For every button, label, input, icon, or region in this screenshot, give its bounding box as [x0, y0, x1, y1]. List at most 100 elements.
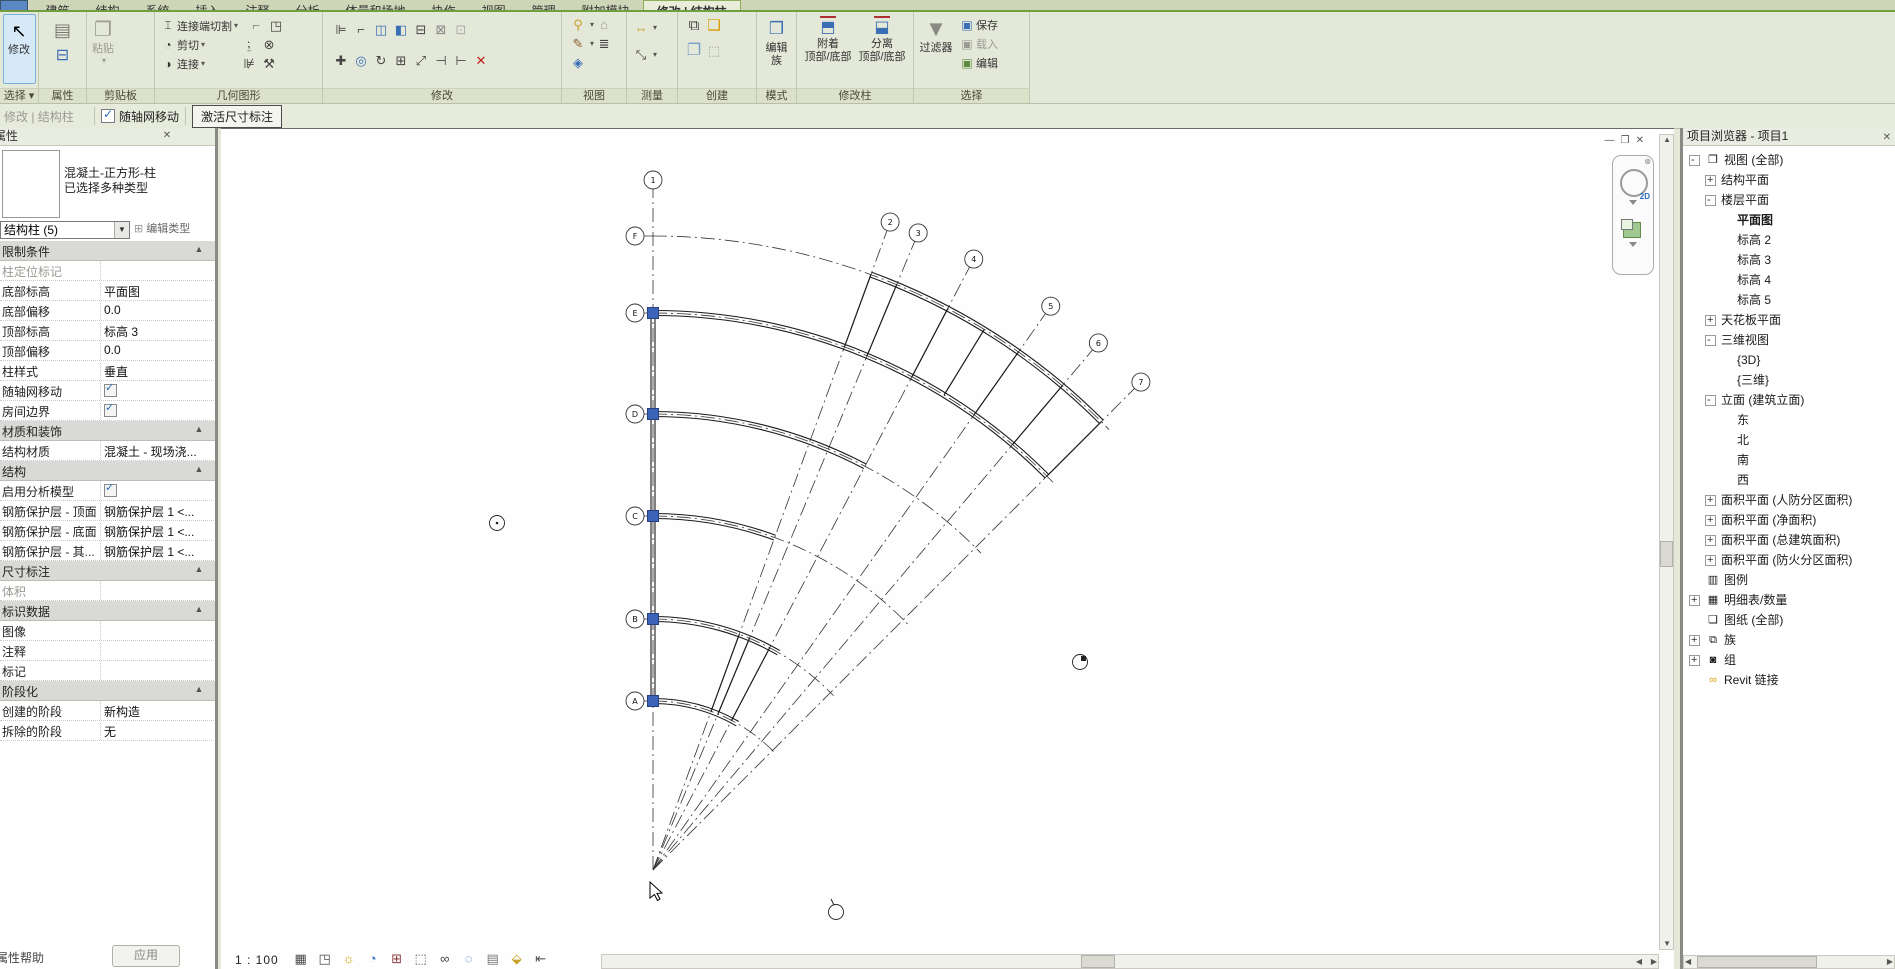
tree-item[interactable]: +▦明细表/数量	[1683, 590, 1895, 610]
panel-label-create[interactable]: 创建	[678, 88, 756, 103]
tree-item[interactable]: 东	[1683, 410, 1895, 430]
browser-scroll-left-icon[interactable]: ◀	[1685, 957, 1691, 966]
property-section-row[interactable]: 标识数据▲	[0, 601, 216, 621]
expand-icon[interactable]: +	[1689, 635, 1700, 646]
drawing-area[interactable]: 1234567FEDCBA —❐✕ ⊗ 2D ▲ ▼ 1 : 100 ▦◳☼◔⊞…	[221, 128, 1674, 969]
tree-item[interactable]: 标高 5	[1683, 290, 1895, 310]
panel-label-measure[interactable]: 测量	[627, 88, 677, 103]
panel-label-geometry[interactable]: 几何图形	[155, 88, 322, 103]
expand-icon[interactable]: +	[1705, 555, 1716, 566]
hammer-icon[interactable]: ⚒	[259, 54, 279, 73]
property-value[interactable]: 混凝土 - 现场浇...	[100, 441, 216, 460]
tree-item[interactable]: -立面 (建筑立面)	[1683, 390, 1895, 410]
browser-scroll-thumb[interactable]	[1697, 956, 1817, 968]
type-selector-dropdown[interactable]: 结构柱 (5) ▼	[0, 221, 130, 239]
property-value[interactable]: 垂直	[100, 361, 216, 380]
property-row[interactable]: 房间边界	[0, 401, 216, 421]
property-section-row[interactable]: 阶段化▲	[0, 681, 216, 701]
section-collapse-icon[interactable]: ▲	[190, 681, 208, 700]
property-row[interactable]: 图像	[0, 621, 216, 641]
move-icon[interactable]: ✚	[331, 51, 351, 70]
expand-icon[interactable]: +	[1705, 175, 1716, 186]
panel-label-clipboard[interactable]: 剪贴板	[87, 88, 154, 103]
steering-wheel-icon[interactable]: 2D	[1620, 169, 1648, 197]
expand-icon[interactable]: +	[1689, 595, 1700, 606]
property-row[interactable]: 体积	[0, 581, 216, 601]
ribbon-tab[interactable]: 附加模块	[569, 0, 643, 12]
type-properties-icon[interactable]: ⊟	[48, 44, 78, 70]
vertical-scroll-thumb[interactable]	[1660, 541, 1673, 567]
property-row[interactable]: 顶部标高标高 3	[0, 321, 216, 341]
detail-level-icon[interactable]: ▦	[289, 950, 313, 969]
tree-item[interactable]: +面积平面 (防火分区面积)	[1683, 550, 1895, 570]
property-value[interactable]: 钢筋保护层 1 <...	[100, 501, 216, 520]
property-value[interactable]: 0.0	[100, 301, 216, 320]
delete-icon[interactable]: ✕	[471, 51, 491, 70]
ribbon-tab[interactable]: 管理	[519, 0, 569, 12]
panel-label-properties[interactable]: 属性	[39, 88, 86, 103]
trim-icon[interactable]: ⊣	[431, 51, 451, 70]
analytical-icon[interactable]: ▤	[481, 950, 505, 969]
ribbon-tab[interactable]: 注释	[233, 0, 283, 12]
extend-icon[interactable]: ⊢	[451, 51, 471, 70]
tree-item[interactable]: 标高 3	[1683, 250, 1895, 270]
mirror-pick-icon[interactable]: ◧	[391, 20, 411, 39]
tree-item[interactable]: 标高 2	[1683, 230, 1895, 250]
unjoin-icon[interactable]: ⊗	[259, 35, 279, 54]
tree-item[interactable]: 标高 4	[1683, 270, 1895, 290]
panel-label-modify-column[interactable]: 修改柱	[797, 88, 913, 103]
property-value[interactable]	[100, 581, 216, 600]
collapse-icon[interactable]: -	[1705, 195, 1716, 206]
panel-label-modify[interactable]: 修改	[323, 88, 561, 103]
reveal-hidden-icon[interactable]: ◌	[457, 950, 481, 969]
property-row[interactable]: 钢筋保护层 - 底面钢筋保护层 1 <...	[0, 521, 216, 541]
visual-style-icon[interactable]: ◳	[313, 950, 337, 969]
ribbon-tab[interactable]: 视图	[469, 0, 519, 12]
property-value[interactable]	[100, 481, 216, 500]
expand-icon[interactable]: +	[1705, 515, 1716, 526]
selected-column-handle[interactable]	[648, 614, 659, 625]
tree-item[interactable]: +面积平面 (人防分区面积)	[1683, 490, 1895, 510]
scroll-up-icon[interactable]: ▲	[1663, 135, 1671, 144]
constraints-icon[interactable]: ⬙	[505, 950, 529, 969]
property-row[interactable]: 结构材质混凝土 - 现场浇...	[0, 441, 216, 461]
tree-item[interactable]: -楼层平面	[1683, 190, 1895, 210]
zoom-options-chevron-icon[interactable]	[1629, 242, 1637, 247]
expand-icon[interactable]: +	[1705, 535, 1716, 546]
property-row[interactable]: 顶部偏移0.0	[0, 341, 216, 361]
project-browser-close-icon[interactable]: ✕	[1883, 129, 1891, 146]
property-row[interactable]: 底部偏移0.0	[0, 301, 216, 321]
scale-icon[interactable]: ⤢	[411, 51, 431, 70]
tree-item[interactable]: +面积平面 (净面积)	[1683, 510, 1895, 530]
property-row[interactable]: 随轴网移动	[0, 381, 216, 401]
expand-icon[interactable]: +	[1705, 495, 1716, 506]
edit-family-button[interactable]: ❒ 编辑族	[760, 13, 794, 83]
section-collapse-icon[interactable]: ▲	[190, 241, 208, 260]
measure-icon[interactable]: ↔	[631, 18, 651, 37]
scroll-down-icon[interactable]: ▼	[1663, 939, 1671, 948]
property-row[interactable]: 钢筋保护层 - 其...钢筋保护层 1 <...	[0, 541, 216, 561]
mirror-axis-icon[interactable]: ◫	[371, 20, 391, 39]
property-value[interactable]: 标高 3	[100, 321, 216, 340]
property-row[interactable]: 拆除的阶段无	[0, 721, 216, 741]
tree-item[interactable]: +⧉族	[1683, 630, 1895, 650]
property-value[interactable]	[100, 621, 216, 640]
tree-item[interactable]: {三维}	[1683, 370, 1895, 390]
project-browser-title-bar[interactable]: 项目浏览器 - 项目1 ✕	[1683, 128, 1895, 146]
property-row[interactable]: 创建的阶段新构造	[0, 701, 216, 721]
selected-column-handle[interactable]	[648, 511, 659, 522]
sun-path-icon[interactable]: ☼	[337, 950, 361, 969]
create-similar-icon[interactable]: ❏	[704, 16, 724, 35]
tree-item[interactable]: 平面图	[1683, 210, 1895, 230]
filter-button[interactable]: ▼ 过滤器	[914, 13, 958, 83]
join-cut-button[interactable]: ⌶ 连接端切割▾ ⌐ ◳	[159, 16, 322, 35]
panel-label-selection[interactable]: 选择	[914, 88, 1029, 103]
properties-help-link[interactable]: 属性帮助	[0, 949, 44, 966]
pin-icon[interactable]: ⊠	[431, 20, 451, 39]
tree-item[interactable]: +结构平面	[1683, 170, 1895, 190]
tree-item[interactable]: +面积平面 (总建筑面积)	[1683, 530, 1895, 550]
paste-button[interactable]: ❐ 粘贴 ▾	[87, 14, 119, 84]
properties-close-icon[interactable]: ✕	[160, 129, 174, 143]
property-value[interactable]	[100, 641, 216, 660]
scroll-right-icon[interactable]: ▶	[1651, 957, 1657, 966]
